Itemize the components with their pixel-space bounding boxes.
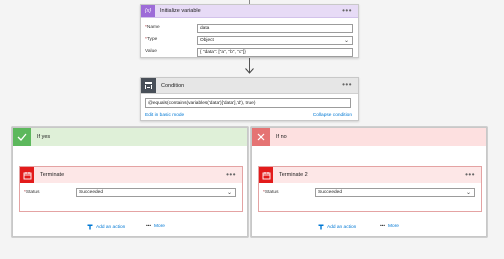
- variable-icon: {x}: [141, 5, 155, 17]
- condition-title: Condition: [161, 82, 185, 89]
- status-label-text: Status: [264, 190, 279, 195]
- status-label-text: Status: [25, 190, 40, 195]
- type-dropdown[interactable]: Object ⌄: [197, 36, 353, 45]
- add-action-icon: [87, 224, 93, 230]
- more-options-icon[interactable]: •••: [465, 171, 475, 179]
- type-label-text: Type: [146, 37, 158, 42]
- type-dropdown-value: Object: [200, 38, 214, 43]
- close-icon: [252, 128, 270, 146]
- more-dots-icon: •••: [380, 224, 386, 229]
- initialize-variable-header[interactable]: {x} Initialize variable •••: [141, 5, 358, 18]
- terminate-title: Terminate: [40, 172, 65, 178]
- terminate-header[interactable]: Terminate •••: [20, 167, 242, 183]
- status-dropdown-value: Succeeded: [79, 190, 104, 195]
- more-label: More: [154, 224, 165, 229]
- terminate-icon: [259, 167, 273, 183]
- chevron-down-icon: ⌄: [343, 38, 349, 44]
- condition-card[interactable]: Condition ••• @equals(contains(variables…: [140, 77, 359, 121]
- add-action-label: Add an action: [327, 224, 357, 230]
- value-field[interactable]: { "data": ["a", "b", "c"]}: [197, 48, 353, 57]
- checkmark-icon: [13, 128, 31, 146]
- if-no-title: If no: [276, 134, 287, 140]
- collapse-condition-link[interactable]: Collapse condition: [313, 113, 352, 118]
- add-action-icon: [318, 224, 324, 230]
- terminate-icon: [20, 167, 34, 183]
- status-dropdown[interactable]: Succeeded ⌄: [315, 188, 475, 197]
- initialize-variable-title: Initialize variable: [160, 8, 201, 14]
- more-button[interactable]: ••• More: [380, 224, 399, 229]
- if-yes-header[interactable]: If yes: [13, 128, 247, 146]
- more-options-icon[interactable]: •••: [342, 81, 352, 89]
- status-label: *Status: [263, 190, 278, 195]
- terminate-card[interactable]: Terminate ••• *Status Succeeded ⌄: [19, 166, 243, 212]
- more-label: More: [388, 224, 399, 229]
- value-label: Value: [145, 49, 157, 54]
- more-dots-icon: •••: [146, 224, 152, 229]
- if-no-header[interactable]: If no: [252, 128, 486, 146]
- more-options-icon[interactable]: •••: [226, 171, 236, 179]
- more-options-icon[interactable]: •••: [342, 7, 352, 15]
- chevron-down-icon: ⌄: [465, 190, 471, 196]
- add-action-button[interactable]: Add an action: [318, 224, 356, 230]
- more-button[interactable]: ••• More: [146, 224, 165, 229]
- if-yes-branch: If yes Terminate ••• *Status Succeeded ⌄…: [12, 127, 248, 237]
- add-action-label: Add an action: [96, 224, 126, 230]
- chevron-down-icon: ⌄: [226, 190, 232, 196]
- name-label: *Name: [145, 25, 160, 30]
- if-no-branch: If no Terminate 2 ••• *Status Succeeded …: [251, 127, 487, 237]
- terminate-2-header[interactable]: Terminate 2 •••: [259, 167, 481, 183]
- status-label: *Status: [24, 190, 39, 195]
- condition-header[interactable]: Condition •••: [141, 78, 358, 94]
- name-label-text: Name: [146, 25, 160, 30]
- condition-expression-field[interactable]: @equals(contains(variables('data')['data…: [145, 98, 351, 108]
- initialize-variable-card[interactable]: {x} Initialize variable ••• *Name data *…: [140, 4, 359, 58]
- if-yes-title: If yes: [37, 134, 51, 140]
- edit-in-basic-mode-link[interactable]: Edit in basic mode: [145, 113, 184, 118]
- name-field[interactable]: data: [197, 24, 353, 33]
- type-label: *Type: [145, 37, 157, 42]
- terminate-2-card[interactable]: Terminate 2 ••• *Status Succeeded ⌄: [258, 166, 482, 212]
- status-dropdown[interactable]: Succeeded ⌄: [76, 188, 236, 197]
- add-action-button[interactable]: Add an action: [87, 224, 125, 230]
- status-dropdown-value: Succeeded: [318, 190, 343, 195]
- condition-icon: [141, 78, 156, 93]
- arrow-down-icon: [245, 68, 254, 74]
- terminate-2-title: Terminate 2: [279, 172, 308, 178]
